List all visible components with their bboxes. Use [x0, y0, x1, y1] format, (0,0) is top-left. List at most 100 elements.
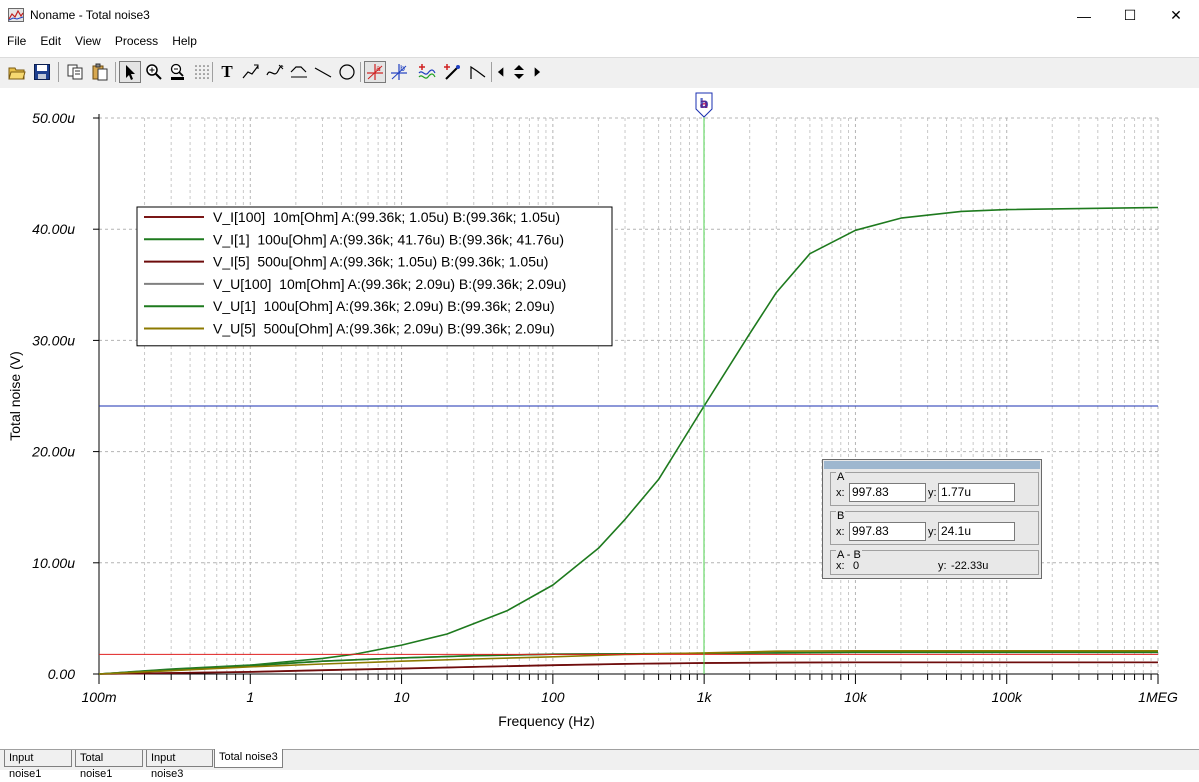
cursor-a-label: A: [836, 471, 846, 483]
line-button[interactable]: [312, 61, 334, 83]
cursor-a-x-label: x:: [836, 487, 845, 499]
x-tick-label: 10k: [844, 689, 868, 705]
zoom-100-icon: [170, 63, 184, 80]
menu-file[interactable]: File: [0, 34, 33, 48]
cursor-a-y-label: y:: [928, 487, 937, 499]
cursor-b-group: B x: 997.83 y: 24.1u: [830, 510, 1039, 545]
copy-button[interactable]: [64, 61, 86, 83]
minimize-button[interactable]: —: [1061, 0, 1107, 31]
minimize-icon: —: [1077, 7, 1091, 24]
zoom-100-button[interactable]: [167, 61, 189, 83]
arrow-left-icon: [497, 67, 504, 77]
y-tick-label: 20.00u: [31, 444, 75, 460]
legend-entry: V_U[1] 100u[Ohm] A:(99.36k; 2.09u) B:(99…: [213, 298, 555, 314]
save-button[interactable]: [31, 61, 53, 83]
circle-button[interactable]: [336, 61, 358, 83]
y-tick-label: 40.00u: [32, 221, 75, 237]
tab-total-noise1[interactable]: Total noise1: [75, 750, 143, 780]
toolbar-separator: [360, 62, 361, 82]
pointer-icon: [126, 65, 135, 80]
arrow-right-button[interactable]: [530, 61, 544, 83]
open-icon: [8, 67, 26, 80]
text-icon: T: [221, 62, 233, 81]
x-tick-label: 1: [246, 689, 254, 705]
cursor-a-y-field[interactable]: 1.77u: [938, 483, 1015, 502]
draw-curve-button[interactable]: [288, 61, 310, 83]
y-tick-label: 10.00u: [32, 555, 75, 571]
menu-help[interactable]: Help: [165, 34, 204, 48]
open-button[interactable]: [6, 61, 28, 83]
legend-entry: V_I[100] 10m[Ohm] A:(99.36k; 1.05u) B:(9…: [213, 209, 560, 225]
draw-line-2-button[interactable]: [264, 61, 286, 83]
window-title: Noname - Total noise3: [30, 8, 150, 22]
legend-entry: V_I[1] 100u[Ohm] A:(99.36k; 41.76u) B:(9…: [213, 231, 564, 247]
x-axis-label: Frequency (Hz): [498, 713, 594, 729]
text-button[interactable]: T: [216, 61, 238, 83]
cursor-b-y-label: y:: [928, 526, 937, 538]
menu-edit[interactable]: Edit: [33, 34, 68, 48]
svg-text:a: a: [376, 64, 381, 73]
close-icon: ✕: [1170, 7, 1182, 23]
pointer-button[interactable]: [119, 61, 141, 83]
y-tick-label: 30.00u: [32, 332, 75, 348]
cursor-diff-x-label: x:: [836, 560, 845, 572]
probe-icon: [444, 64, 460, 80]
x-tick-label: 10: [394, 689, 410, 705]
cursor-panel-titlebar[interactable]: [824, 461, 1040, 469]
maximize-button[interactable]: ☐: [1107, 0, 1153, 31]
arrow-left-button[interactable]: [494, 61, 508, 83]
menu-process[interactable]: Process: [108, 34, 165, 48]
draw-curve-icon: [290, 66, 307, 78]
tab-input-noise3[interactable]: Input noise3: [146, 750, 213, 780]
arrow-updown-button[interactable]: [508, 61, 530, 83]
tab-total-noise3[interactable]: Total noise3: [214, 749, 283, 768]
step-icon: [470, 65, 486, 79]
noise-chart[interactable]: 0.00 10.00u 20.00u 30.00u 40.00u 50.00u 100m 1…: [0, 88, 1199, 750]
toolbar-separator: [115, 62, 116, 82]
cursor-b-x-label: x:: [836, 526, 845, 538]
y-axis-label: Total noise (V): [7, 351, 23, 440]
maximize-icon: ☐: [1123, 7, 1137, 23]
add-curve-button[interactable]: [416, 61, 438, 83]
cursor-b-button[interactable]: b: [388, 61, 410, 83]
probe-button[interactable]: [441, 61, 463, 83]
save-icon: [34, 64, 50, 80]
x-tick-label: 100: [541, 689, 565, 705]
grid-dots-button[interactable]: [191, 61, 213, 83]
paste-button[interactable]: [89, 61, 111, 83]
svg-text:b: b: [400, 64, 405, 73]
y-tick-label: 0.00: [48, 666, 75, 682]
cursor-b-x-field[interactable]: 997.83: [849, 522, 926, 541]
paste-icon: [92, 63, 108, 81]
x-tick-label: 100k: [992, 689, 1023, 705]
y-tick-label: 50.00u: [32, 110, 75, 126]
circle-icon: [339, 64, 355, 80]
close-button[interactable]: ✕: [1153, 0, 1199, 31]
draw-line-2-icon: [266, 64, 284, 76]
cursor-b-label: B: [836, 510, 846, 522]
cursor-b-y-field[interactable]: 24.1u: [938, 522, 1015, 541]
copy-icon: [67, 64, 83, 80]
menu-bar: File Edit View Process Help: [0, 31, 1199, 51]
x-tick-label: 1MEG: [1138, 689, 1178, 705]
cursor-readout-panel[interactable]: A x: 997.83 y: 1.77u B x: 997.83 y: 24.1…: [822, 459, 1042, 579]
legend-entry: V_U[100] 10m[Ohm] A:(99.36k; 2.09u) B:(9…: [213, 276, 566, 292]
cursor-a-group: A x: 997.83 y: 1.77u: [830, 471, 1039, 506]
step-button[interactable]: [467, 61, 489, 83]
cursor-diff-group: A - B x: 0 y: -22.33u: [830, 549, 1039, 575]
x-tick-label: 100m: [81, 689, 116, 705]
cursor-a-button[interactable]: a: [364, 61, 386, 83]
app-icon: [8, 8, 24, 22]
draw-line-1-icon: [242, 64, 259, 79]
cursor-a-x-field[interactable]: 997.83: [849, 483, 926, 502]
grid-dots-icon: [195, 65, 209, 79]
zoom-in-button[interactable]: [143, 61, 165, 83]
sheet-tabs: Input noise1 Total noise1 Input noise3 T…: [0, 749, 1199, 780]
toolbar-separator: [491, 62, 492, 82]
draw-line-1-button[interactable]: [240, 61, 262, 83]
cursor-b-icon: b: [391, 64, 407, 80]
menu-view[interactable]: View: [68, 34, 108, 48]
tab-input-noise1[interactable]: Input noise1: [4, 750, 72, 780]
add-curve-icon: [418, 64, 436, 79]
chart-legend[interactable]: V_I[100] 10m[Ohm] A:(99.36k; 1.05u) B:(9…: [136, 206, 613, 347]
